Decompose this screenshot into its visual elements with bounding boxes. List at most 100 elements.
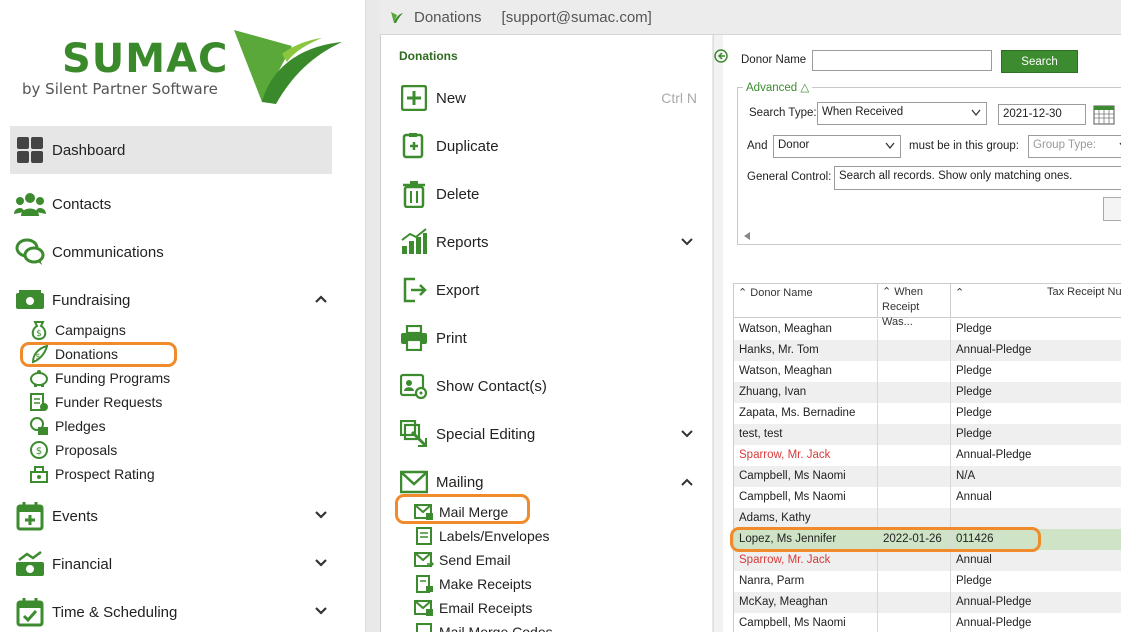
table-row[interactable]: test, test Pledge [734, 424, 1121, 445]
nav-events[interactable]: Events [10, 492, 332, 540]
table-row[interactable]: Campbell, Ms Naomi Annual [734, 487, 1121, 508]
group-type-select[interactable]: Group Type: [1028, 135, 1121, 158]
panel-divider[interactable] [713, 35, 723, 632]
command-label: Delete [436, 185, 480, 203]
donor-name-input[interactable] [812, 50, 992, 71]
sub-prospect-rating[interactable]: Prospect Rating [28, 463, 155, 485]
codes-icon [413, 622, 435, 632]
search-type-select[interactable]: When Received [817, 102, 987, 125]
sub-funder-requests[interactable]: Funder Requests [28, 391, 162, 413]
sub-campaigns[interactable]: $ Campaigns [28, 319, 126, 341]
nav-contacts[interactable]: Contacts [10, 180, 332, 228]
table-row[interactable]: McKay, Meaghan Annual-Pledge [734, 592, 1121, 613]
column-header-tax-receipt[interactable]: ⌃ Tax Receipt Nu [951, 284, 1121, 318]
command-label: Print [436, 329, 467, 347]
table-row[interactable]: Zapata, Ms. Bernadine Pledge [734, 403, 1121, 424]
table-row[interactable]: Campbell, Ms Naomi Annual-Pledge [734, 613, 1121, 632]
events-icon [14, 500, 46, 532]
nav-communications[interactable]: Communications [10, 228, 332, 276]
group-label: must be in this group: [909, 140, 1019, 152]
special-editing-button[interactable]: Special Editing [399, 416, 699, 452]
table-cell-when [878, 466, 951, 487]
advanced-toggle[interactable]: Advanced △ [743, 80, 813, 94]
send-email-button[interactable]: Send Email [413, 549, 511, 571]
sort-up-icon: ⌃ [882, 286, 892, 298]
svg-text:$: $ [36, 329, 42, 339]
table-cell-name: Campbell, Ms Naomi [734, 613, 878, 632]
collapse-arrow-icon[interactable] [714, 49, 728, 63]
print-button[interactable]: Print [399, 320, 699, 356]
table-cell-name: Zhuang, Ivan [734, 382, 878, 403]
table-row[interactable]: Nanra, Parm Pledge [734, 571, 1121, 592]
table-cell-tax: Pledge [951, 382, 1121, 403]
account-label: [support@sumac.com] [501, 8, 652, 26]
make-receipts-button[interactable]: Make Receipts [413, 573, 532, 595]
table-row[interactable]: Adams, Kathy [734, 508, 1121, 529]
reports-button[interactable]: Reports [399, 224, 699, 260]
and-select[interactable]: Donor [773, 135, 901, 158]
table-row[interactable]: Watson, Meaghan Pledge [734, 319, 1121, 340]
labels-icon [413, 526, 435, 546]
search-type-value: When Received [822, 106, 904, 118]
mail-merge-button[interactable]: Mail Merge [413, 501, 508, 523]
table-row[interactable]: Hanks, Mr. Tom Annual-Pledge [734, 340, 1121, 361]
date-input[interactable]: 2021-12-30 [998, 104, 1086, 125]
table-row[interactable]: Sparrow, Mr. Jack Annual [734, 550, 1121, 571]
donor-name-label: Donor Name [741, 54, 807, 66]
chevron-down-icon[interactable] [314, 508, 328, 522]
search-button[interactable]: Search [1001, 50, 1078, 73]
general-control-select[interactable]: Search all records. Show only matching o… [834, 166, 1121, 190]
delete-button[interactable]: Delete [399, 176, 699, 212]
chevron-down-icon[interactable] [314, 604, 328, 618]
table-cell-name: Nanra, Parm [734, 571, 878, 592]
subcommand-label: Make Receipts [439, 576, 532, 592]
chevron-down-icon[interactable] [681, 236, 693, 248]
table-row[interactable]: Campbell, Ms Naomi N/A [734, 466, 1121, 487]
nav-time-scheduling[interactable]: Time & Scheduling [10, 588, 332, 632]
email-receipts-icon [413, 598, 435, 618]
mailing-button[interactable]: Mailing [399, 464, 699, 500]
chevron-down-icon[interactable] [681, 428, 693, 440]
labels-envelopes-button[interactable]: Labels/Envelopes [413, 525, 550, 547]
nav-label: Financial [52, 555, 113, 573]
sub-pledges[interactable]: Pledges [28, 415, 106, 437]
table-row[interactable]: Lopez, Ms Jennifer 2022-01-26 011426 [734, 529, 1121, 550]
sub-funding-programs[interactable]: Funding Programs [28, 367, 170, 389]
column-header-donor-name[interactable]: ⌃ Donor Name [734, 284, 878, 318]
sub-proposals[interactable]: $ Proposals [28, 439, 117, 461]
new-button[interactable]: New Ctrl N [399, 80, 699, 116]
table-cell-when [878, 508, 951, 529]
chevron-up-icon[interactable] [314, 292, 328, 306]
export-button[interactable]: Export [399, 272, 699, 308]
table-row[interactable]: Watson, Meaghan Pledge [734, 361, 1121, 382]
table-row[interactable]: Zhuang, Ivan Pledge [734, 382, 1121, 403]
nav-fundraising[interactable]: Fundraising [10, 276, 332, 324]
sub-donations[interactable]: $ Donations [28, 343, 118, 365]
table-cell-tax: Pledge [951, 424, 1121, 445]
coin-dollar-icon: $ [28, 440, 50, 460]
small-action-button[interactable] [1103, 197, 1121, 221]
left-navigation: SUMAC by Silent Partner Software Dashboa… [0, 0, 366, 632]
duplicate-button[interactable]: Duplicate [399, 128, 699, 164]
nav-dashboard[interactable]: Dashboard [10, 126, 332, 174]
table-row[interactable]: Sparrow, Mr. Jack Annual-Pledge [734, 445, 1121, 466]
fundraising-icon [14, 284, 46, 316]
table-cell-when [878, 592, 951, 613]
table-cell-when [878, 424, 951, 445]
nav-financial[interactable]: Financial [10, 540, 332, 588]
table-cell-tax: Annual-Pledge [951, 445, 1121, 466]
chevron-down-icon[interactable] [314, 556, 328, 570]
chevron-up-icon[interactable] [681, 476, 693, 488]
show-contact-icon [399, 371, 429, 401]
column-header-when-receipt[interactable]: ⌃ When Receipt Was... [878, 284, 951, 328]
nav-label: Events [52, 507, 98, 525]
plus-icon [399, 83, 429, 113]
donation-leaf-icon: $ [28, 344, 50, 364]
sub-label: Funding Programs [55, 370, 171, 386]
mail-merge-codes-button[interactable]: Mail Merge Codes [413, 621, 553, 632]
calendar-icon[interactable] [1093, 104, 1115, 125]
scroll-left-icon[interactable] [743, 231, 751, 241]
show-contacts-button[interactable]: Show Contact(s) [399, 368, 699, 404]
printer-icon [399, 323, 429, 353]
email-receipts-button[interactable]: Email Receipts [413, 597, 532, 619]
